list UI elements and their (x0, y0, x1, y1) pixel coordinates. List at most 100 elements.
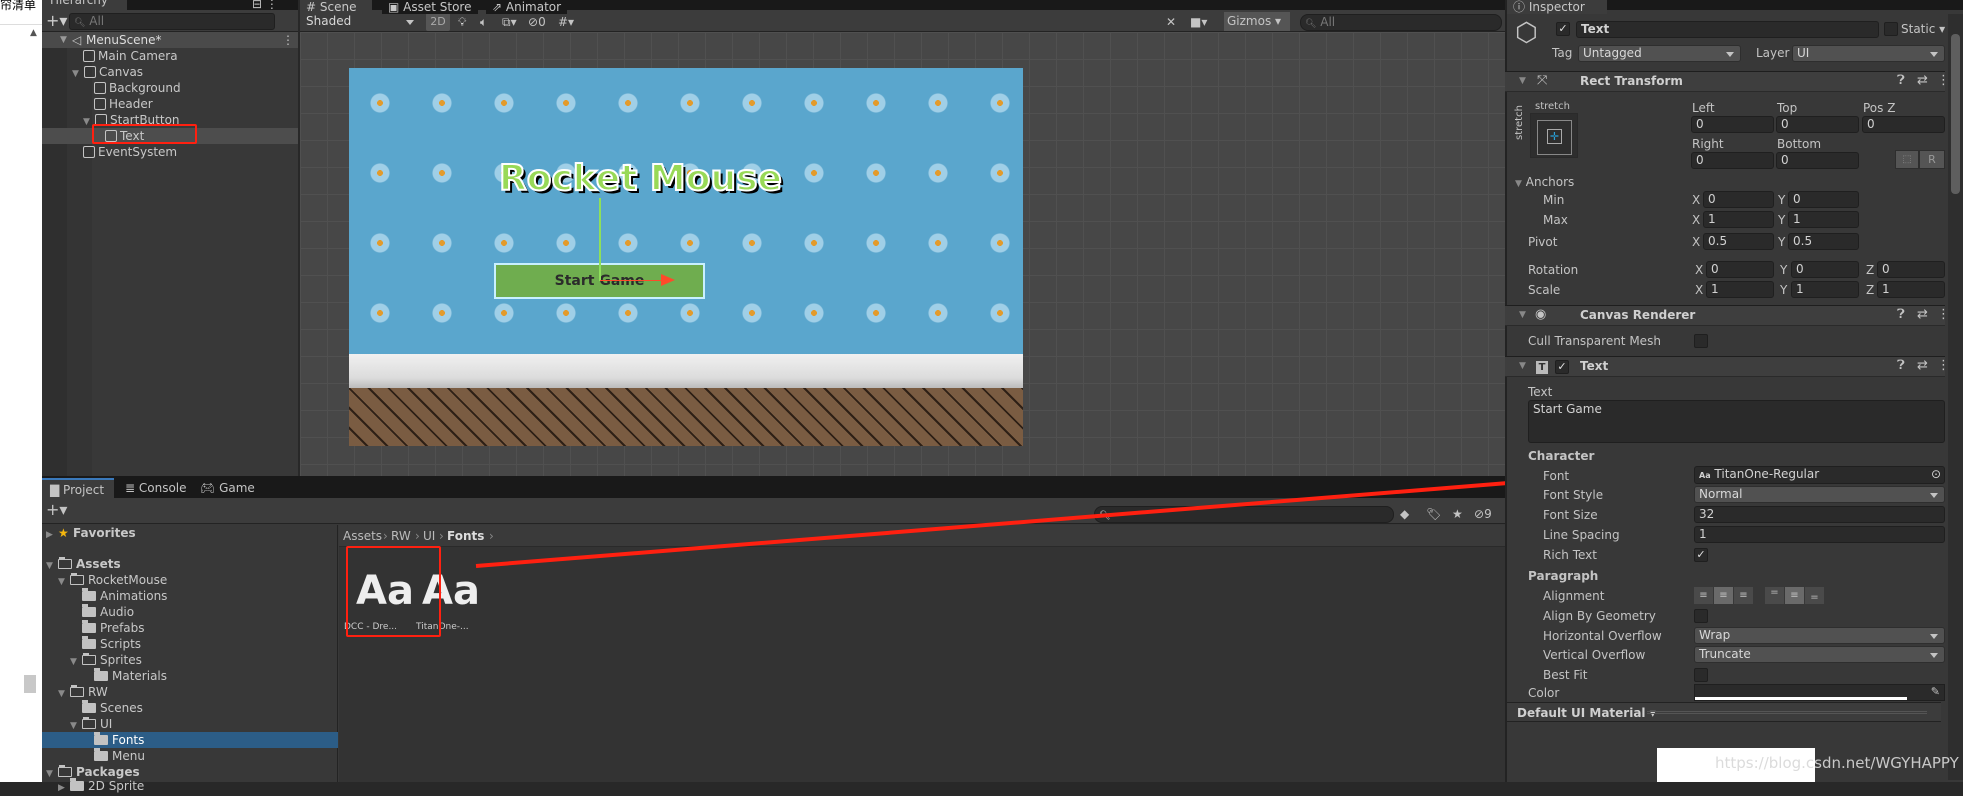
horizontal-alignment-group: ≡ ≡ ≡ (1694, 587, 1753, 604)
align-center-button[interactable]: ≡ (1714, 587, 1733, 604)
tab-scene[interactable]: # Scene (300, 0, 372, 14)
presets-icon[interactable]: ⇄ (1917, 73, 1928, 88)
align-top-button[interactable]: = (1765, 587, 1784, 604)
pivot-y-field[interactable]: 0.5 (1788, 233, 1859, 250)
expand-icon[interactable]: ▼ (1515, 179, 1522, 189)
posz-field[interactable]: 0 (1862, 116, 1945, 133)
rotation-z-field[interactable]: 0 (1877, 261, 1945, 278)
font-style-dropdown[interactable]: Normal (1694, 486, 1945, 503)
best-fit-checkbox[interactable] (1694, 668, 1708, 682)
object-name: Text (1581, 22, 1610, 36)
component-menu-icon[interactable]: ⋮ (1937, 358, 1950, 373)
tab-animator[interactable]: ⇗ Animator (486, 0, 568, 14)
tab-inspector[interactable]: ⓘ Inspector (1507, 0, 1607, 14)
rich-text-label: Rich Text (1543, 548, 1597, 562)
top-field[interactable]: 0 (1776, 116, 1859, 133)
align-bottom-button[interactable]: = (1805, 587, 1824, 604)
tab-asset-store[interactable]: ▣ Asset Store (382, 0, 478, 14)
text-enabled-checkbox[interactable]: ✓ (1555, 360, 1569, 374)
x-label: X (1695, 283, 1704, 297)
component-title: Text (1580, 359, 1609, 373)
scale-x-field[interactable]: 1 (1706, 281, 1774, 298)
bottom-field[interactable]: 0 (1776, 152, 1859, 169)
eyedropper-icon[interactable]: ✎ (1931, 685, 1940, 698)
watermark: https://blog.csdn.net/WGYHAPPY (1715, 754, 1959, 772)
material-label: Default UI Material (1517, 706, 1646, 720)
font-style-label: Font Style (1543, 488, 1604, 502)
canvas-renderer-header[interactable]: ▼ ◉ Canvas Renderer ❓︎ ⇄ ⋮ (1505, 305, 1950, 326)
anchor-max-y-field[interactable]: 1 (1788, 211, 1859, 228)
object-picker-icon[interactable]: ⊙ (1931, 467, 1941, 482)
bottom-label: Bottom (1777, 137, 1822, 151)
active-checkbox[interactable]: ✓ (1556, 22, 1570, 36)
static-checkbox[interactable] (1884, 22, 1898, 36)
tab-label: Scene (319, 0, 357, 14)
font-style-value: Normal (1699, 487, 1743, 501)
anchor-min-x-field[interactable]: 0 (1703, 191, 1774, 208)
raw-edit-button[interactable]: R (1919, 150, 1945, 169)
folder-icon (70, 778, 84, 791)
scale-z-field[interactable]: 1 (1877, 281, 1945, 298)
x-label: X (1692, 235, 1701, 249)
component-menu-icon[interactable]: ⋮ (1937, 307, 1950, 322)
h-overflow-dropdown[interactable]: Wrap (1694, 627, 1945, 644)
x-label: X (1692, 213, 1701, 227)
font-asset-icon: Aa (1699, 471, 1711, 480)
cull-checkbox[interactable] (1694, 334, 1708, 348)
y-label: Y (1780, 263, 1788, 277)
material-bar: Default UI Material ▾ (1507, 702, 1941, 722)
rotation-x-field[interactable]: 0 (1706, 261, 1774, 278)
tag-dropdown[interactable]: Untagged (1578, 45, 1741, 62)
tag-label: Tag (1552, 46, 1573, 60)
inspector-scrollbar[interactable] (1948, 14, 1963, 780)
color-field[interactable]: ✎ (1694, 684, 1945, 701)
tab-label: Inspector (1528, 0, 1585, 14)
line-spacing-field[interactable]: 1 (1694, 526, 1945, 543)
font-object-field[interactable]: Aa TitanOne-Regular ⊙ (1694, 466, 1945, 484)
font-size-field[interactable]: 32 (1694, 506, 1945, 523)
blueprint-mode-button[interactable]: ⬚ (1895, 150, 1919, 169)
right-label: Right (1692, 137, 1724, 151)
posz-label: Pos Z (1863, 101, 1896, 115)
align-middle-button[interactable]: ≡ (1785, 587, 1804, 604)
anchors-label: Anchors (1525, 175, 1575, 189)
help-icon[interactable]: ❓︎ (1897, 358, 1905, 373)
v-overflow-dropdown[interactable]: Truncate (1694, 646, 1945, 663)
rect-transform-header[interactable]: ▼ ⤧ Rect Transform ❓︎ ⇄ ⋮ (1505, 71, 1950, 92)
scale-y-field[interactable]: 1 (1791, 281, 1859, 298)
help-icon[interactable]: ❓︎ (1897, 307, 1905, 322)
align-geometry-label: Align By Geometry (1543, 609, 1656, 623)
presets-icon[interactable]: ⇄ (1917, 307, 1928, 322)
anchor-max-x-field[interactable]: 1 (1703, 211, 1774, 228)
stretch-v-label: stretch (1514, 105, 1525, 140)
y-label: Y (1778, 213, 1786, 227)
right-field[interactable]: 0 (1691, 152, 1774, 169)
pivot-x-field[interactable]: 0.5 (1703, 233, 1774, 250)
rich-text-checkbox[interactable]: ✓ (1694, 548, 1708, 562)
presets-icon[interactable]: ⇄ (1917, 358, 1928, 373)
align-left-button[interactable]: ≡ (1694, 587, 1713, 604)
anchor-presets-button[interactable]: ✛ (1530, 113, 1578, 158)
text-component-header[interactable]: ▼ T ✓ Text ❓︎ ⇄ ⋮ (1505, 356, 1950, 377)
help-icon[interactable]: ❓︎ (1897, 73, 1905, 88)
anchor-min-y-field[interactable]: 0 (1788, 191, 1859, 208)
character-section-label: Character (1528, 449, 1595, 463)
cull-label: Cull Transparent Mesh (1528, 334, 1661, 348)
vertical-alignment-group: = ≡ = (1765, 587, 1824, 604)
static-label: Static (1901, 22, 1936, 36)
rotation-y-field[interactable]: 0 (1791, 261, 1859, 278)
align-right-button[interactable]: ≡ (1734, 587, 1753, 604)
text-value-area[interactable]: Start Game (1528, 400, 1945, 443)
component-menu-icon[interactable]: ⋮ (1937, 73, 1950, 88)
left-label: Left (1692, 101, 1715, 115)
align-geometry-checkbox[interactable] (1694, 609, 1708, 623)
layer-dropdown[interactable]: UI (1792, 45, 1945, 62)
v-overflow-value: Truncate (1699, 647, 1751, 661)
rotation-label: Rotation (1528, 263, 1579, 277)
x-label: X (1695, 263, 1704, 277)
material-dropdown[interactable]: Default UI Material ▾ (1517, 705, 1656, 721)
font-value: TitanOne-Regular (1714, 467, 1820, 481)
static-dropdown[interactable]: Static ▾ (1901, 21, 1945, 37)
object-name-field[interactable]: Text (1576, 21, 1879, 38)
left-field[interactable]: 0 (1691, 116, 1774, 133)
